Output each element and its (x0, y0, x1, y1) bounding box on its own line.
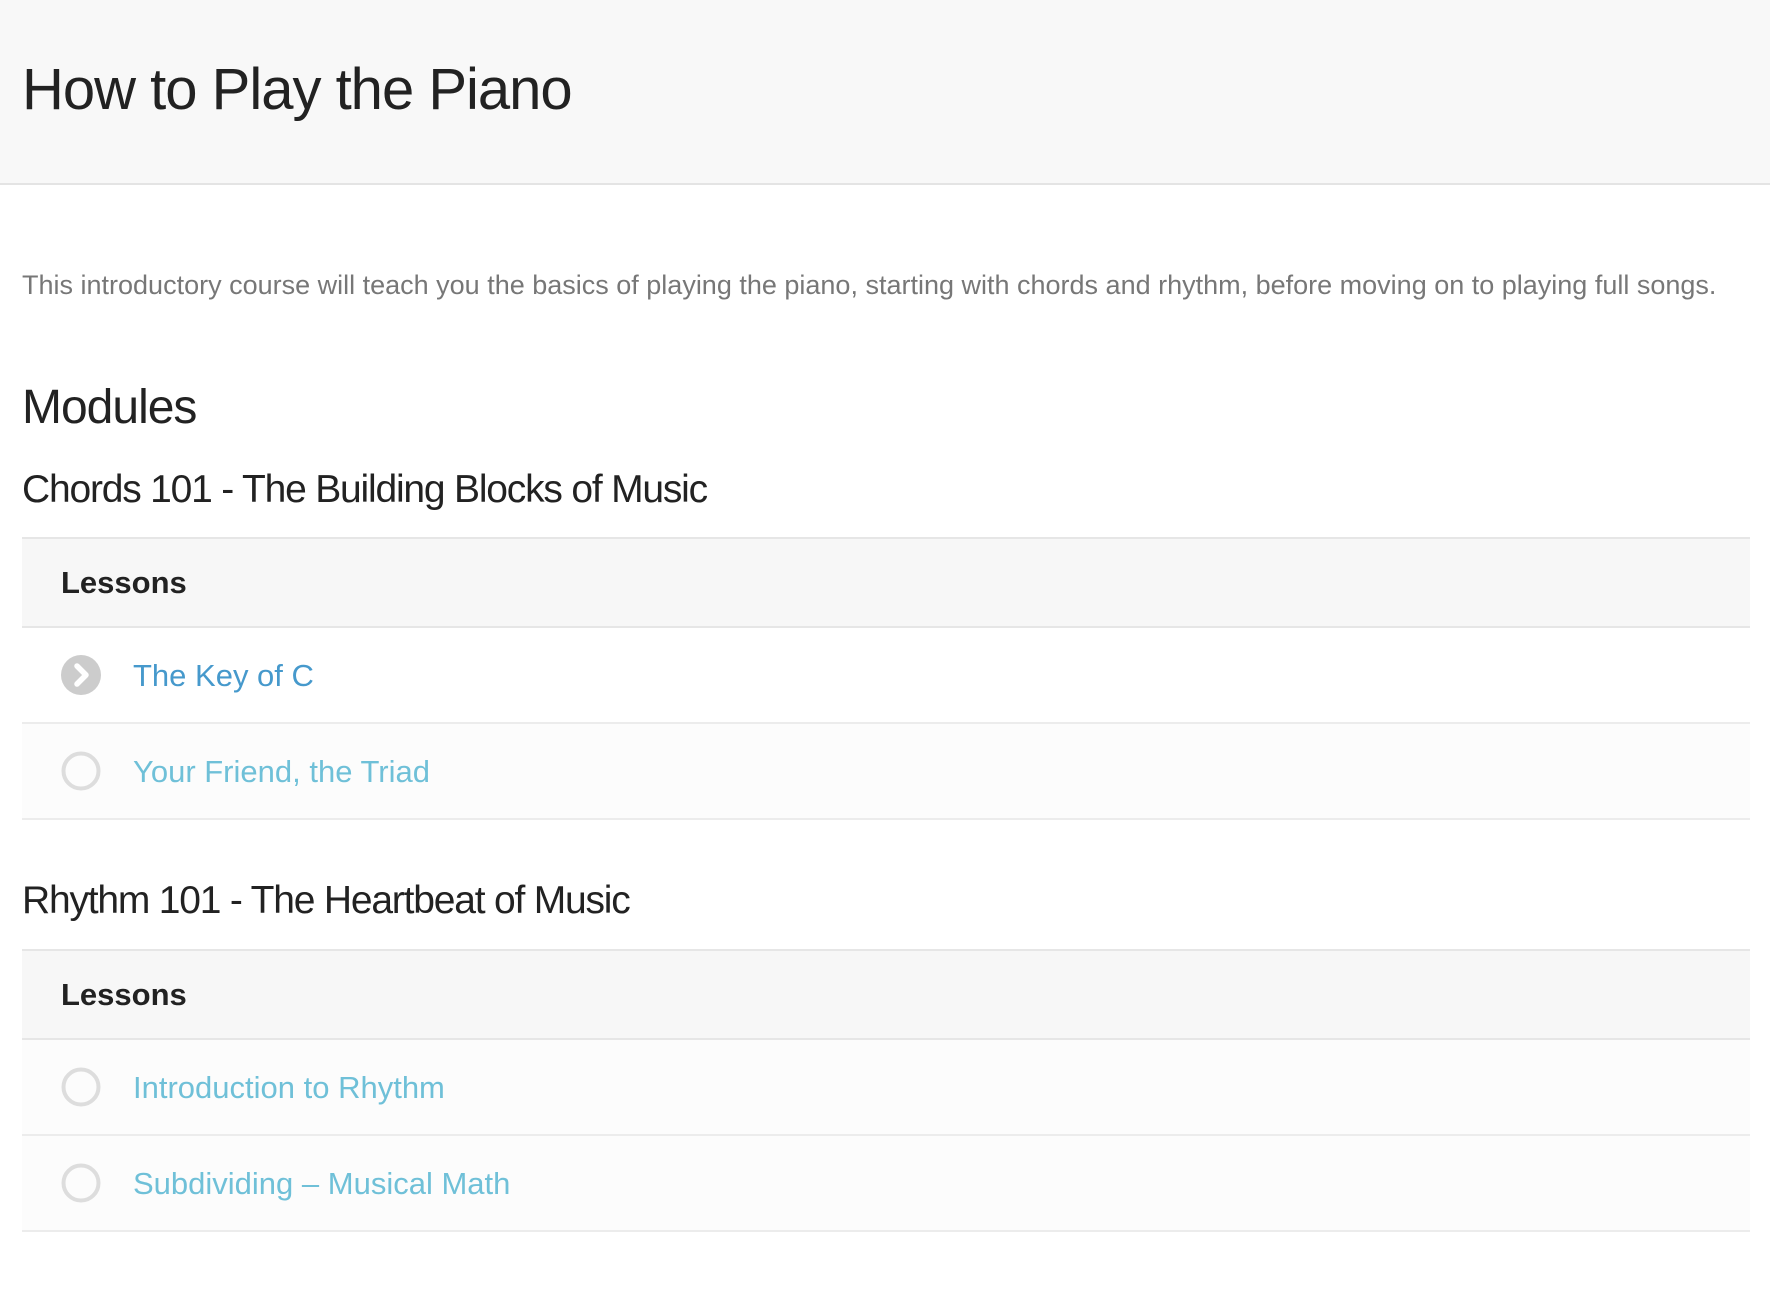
module-rhythm-101: Rhythm 101 - The Heartbeat of Music Less… (22, 878, 1750, 1233)
course-content: This introductory course will teach you … (0, 257, 1770, 1233)
lesson-row[interactable]: Subdividing – Musical Math (22, 1136, 1750, 1233)
lesson-link-your-friend-the-triad[interactable]: Your Friend, the Triad (133, 756, 430, 787)
lesson-link-introduction-to-rhythm[interactable]: Introduction to Rhythm (133, 1072, 445, 1103)
lesson-row[interactable]: The Key of C (22, 628, 1750, 725)
empty-circle-icon (61, 1067, 101, 1107)
course-description: This introductory course will teach you … (22, 270, 1717, 300)
lesson-row[interactable]: Introduction to Rhythm (22, 1040, 1750, 1137)
module-chords-101: Chords 101 - The Building Blocks of Musi… (22, 467, 1750, 821)
lessons-table: Lessons The Key of C Your Friend, the Tr… (22, 537, 1750, 821)
module-title: Chords 101 - The Building Blocks of Musi… (22, 467, 708, 511)
page-title: How to Play the Piano (22, 56, 573, 122)
lesson-link-subdividing-musical-math[interactable]: Subdividing – Musical Math (133, 1168, 510, 1199)
module-title: Rhythm 101 - The Heartbeat of Music (22, 879, 631, 923)
lessons-header-label: Lessons (61, 976, 187, 1012)
chevron-circle-icon (61, 655, 101, 696)
page-header: How to Play the Piano (0, 0, 1770, 185)
lessons-header-label: Lessons (61, 564, 187, 600)
lessons-header: Lessons (22, 539, 1750, 629)
empty-circle-icon (61, 1163, 101, 1203)
lesson-link-the-key-of-c[interactable]: The Key of C (133, 660, 314, 691)
lesson-row[interactable]: Your Friend, the Triad (22, 724, 1750, 821)
lessons-table: Lessons Introduction to Rhythm Subdividi… (22, 949, 1750, 1233)
empty-circle-icon (61, 751, 101, 791)
lessons-header: Lessons (22, 951, 1750, 1041)
modules-heading: Modules (22, 381, 197, 434)
